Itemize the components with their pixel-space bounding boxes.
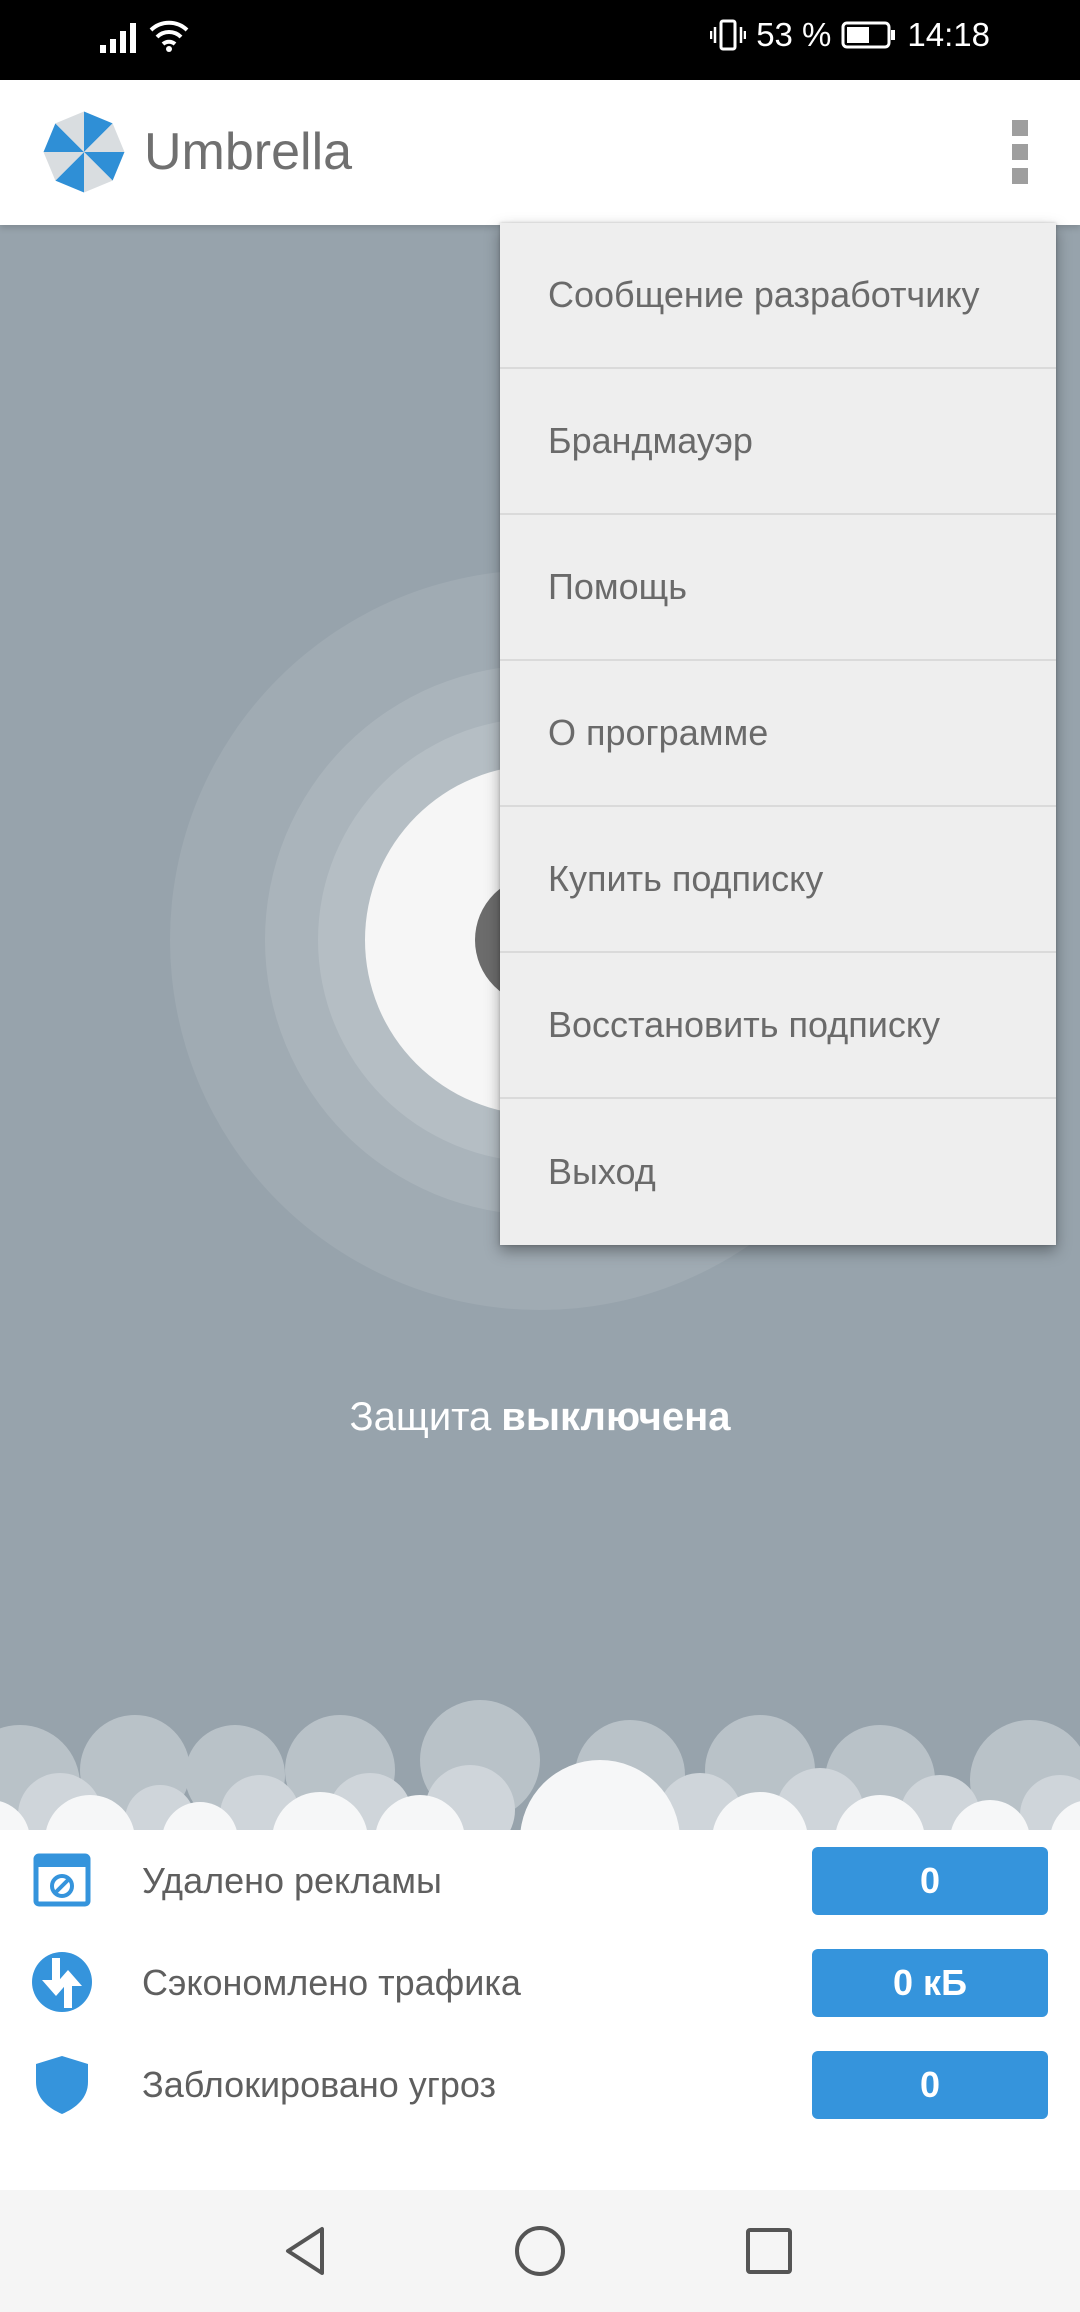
- menu-item-restore-subscription[interactable]: Восстановить подписку: [500, 953, 1056, 1099]
- clock: 14:18: [907, 16, 990, 53]
- stat-label: Сэкономлено трафика: [142, 1962, 521, 2003]
- stat-row-ads: Удалено рекламы 0: [0, 1830, 1080, 1930]
- stats-panel: Удалено рекламы 0 Сэкономлено трафика 0 …: [0, 1830, 1080, 2190]
- back-icon[interactable]: [272, 2215, 344, 2287]
- menu-item-exit[interactable]: Выход: [500, 1099, 1056, 1245]
- wifi-icon: [149, 20, 189, 52]
- app-bar: Umbrella: [0, 80, 1080, 225]
- stat-label: Заблокировано угроз: [142, 2064, 497, 2105]
- nav-bar: [0, 2190, 1080, 2312]
- umbrella-logo-icon: [43, 111, 125, 193]
- battery-percent: 53 %: [756, 16, 832, 53]
- battery-icon: [841, 21, 896, 49]
- signal-icon: [100, 19, 136, 53]
- protection-state: выключена: [501, 1395, 731, 1439]
- stat-value: 0: [812, 2051, 1048, 2119]
- recents-icon[interactable]: [733, 2215, 805, 2287]
- status-bar: 53 % 14:18: [0, 0, 1080, 80]
- status-left: [100, 18, 190, 54]
- stat-value: 0 кБ: [812, 1949, 1048, 2017]
- shield-icon: [36, 2056, 88, 2114]
- vibrate-icon: [710, 19, 747, 51]
- stat-label: Удалено рекламы: [142, 1860, 442, 1901]
- app-title: Umbrella: [144, 123, 353, 181]
- traffic-saved-icon: [32, 1952, 92, 2012]
- home-icon[interactable]: [504, 2215, 576, 2287]
- more-vert-icon[interactable]: [990, 112, 1050, 192]
- menu-item-buy-subscription[interactable]: Купить подписку: [500, 807, 1056, 953]
- ads-blocked-icon: [33, 1853, 91, 1907]
- stat-value: 0: [812, 1847, 1048, 1915]
- menu-item-firewall[interactable]: Брандмауэр: [500, 369, 1056, 515]
- stat-row-traffic: Сэкономлено трафика 0 кБ: [0, 1932, 1080, 2032]
- menu-item-contact-developer[interactable]: Сообщение разработчику: [500, 223, 1056, 369]
- protection-label: Защита: [349, 1395, 492, 1439]
- status-right: 53 % 14:18: [710, 16, 990, 54]
- overflow-menu: Сообщение разработчику Брандмауэр Помощь…: [500, 223, 1056, 1245]
- clouds-decoration: [0, 1700, 1080, 1830]
- menu-item-help[interactable]: Помощь: [500, 515, 1056, 661]
- menu-item-about[interactable]: О программе: [500, 661, 1056, 807]
- stat-row-threats: Заблокировано угроз 0: [0, 2034, 1080, 2134]
- protection-status: Защита выключена: [0, 1395, 1080, 1440]
